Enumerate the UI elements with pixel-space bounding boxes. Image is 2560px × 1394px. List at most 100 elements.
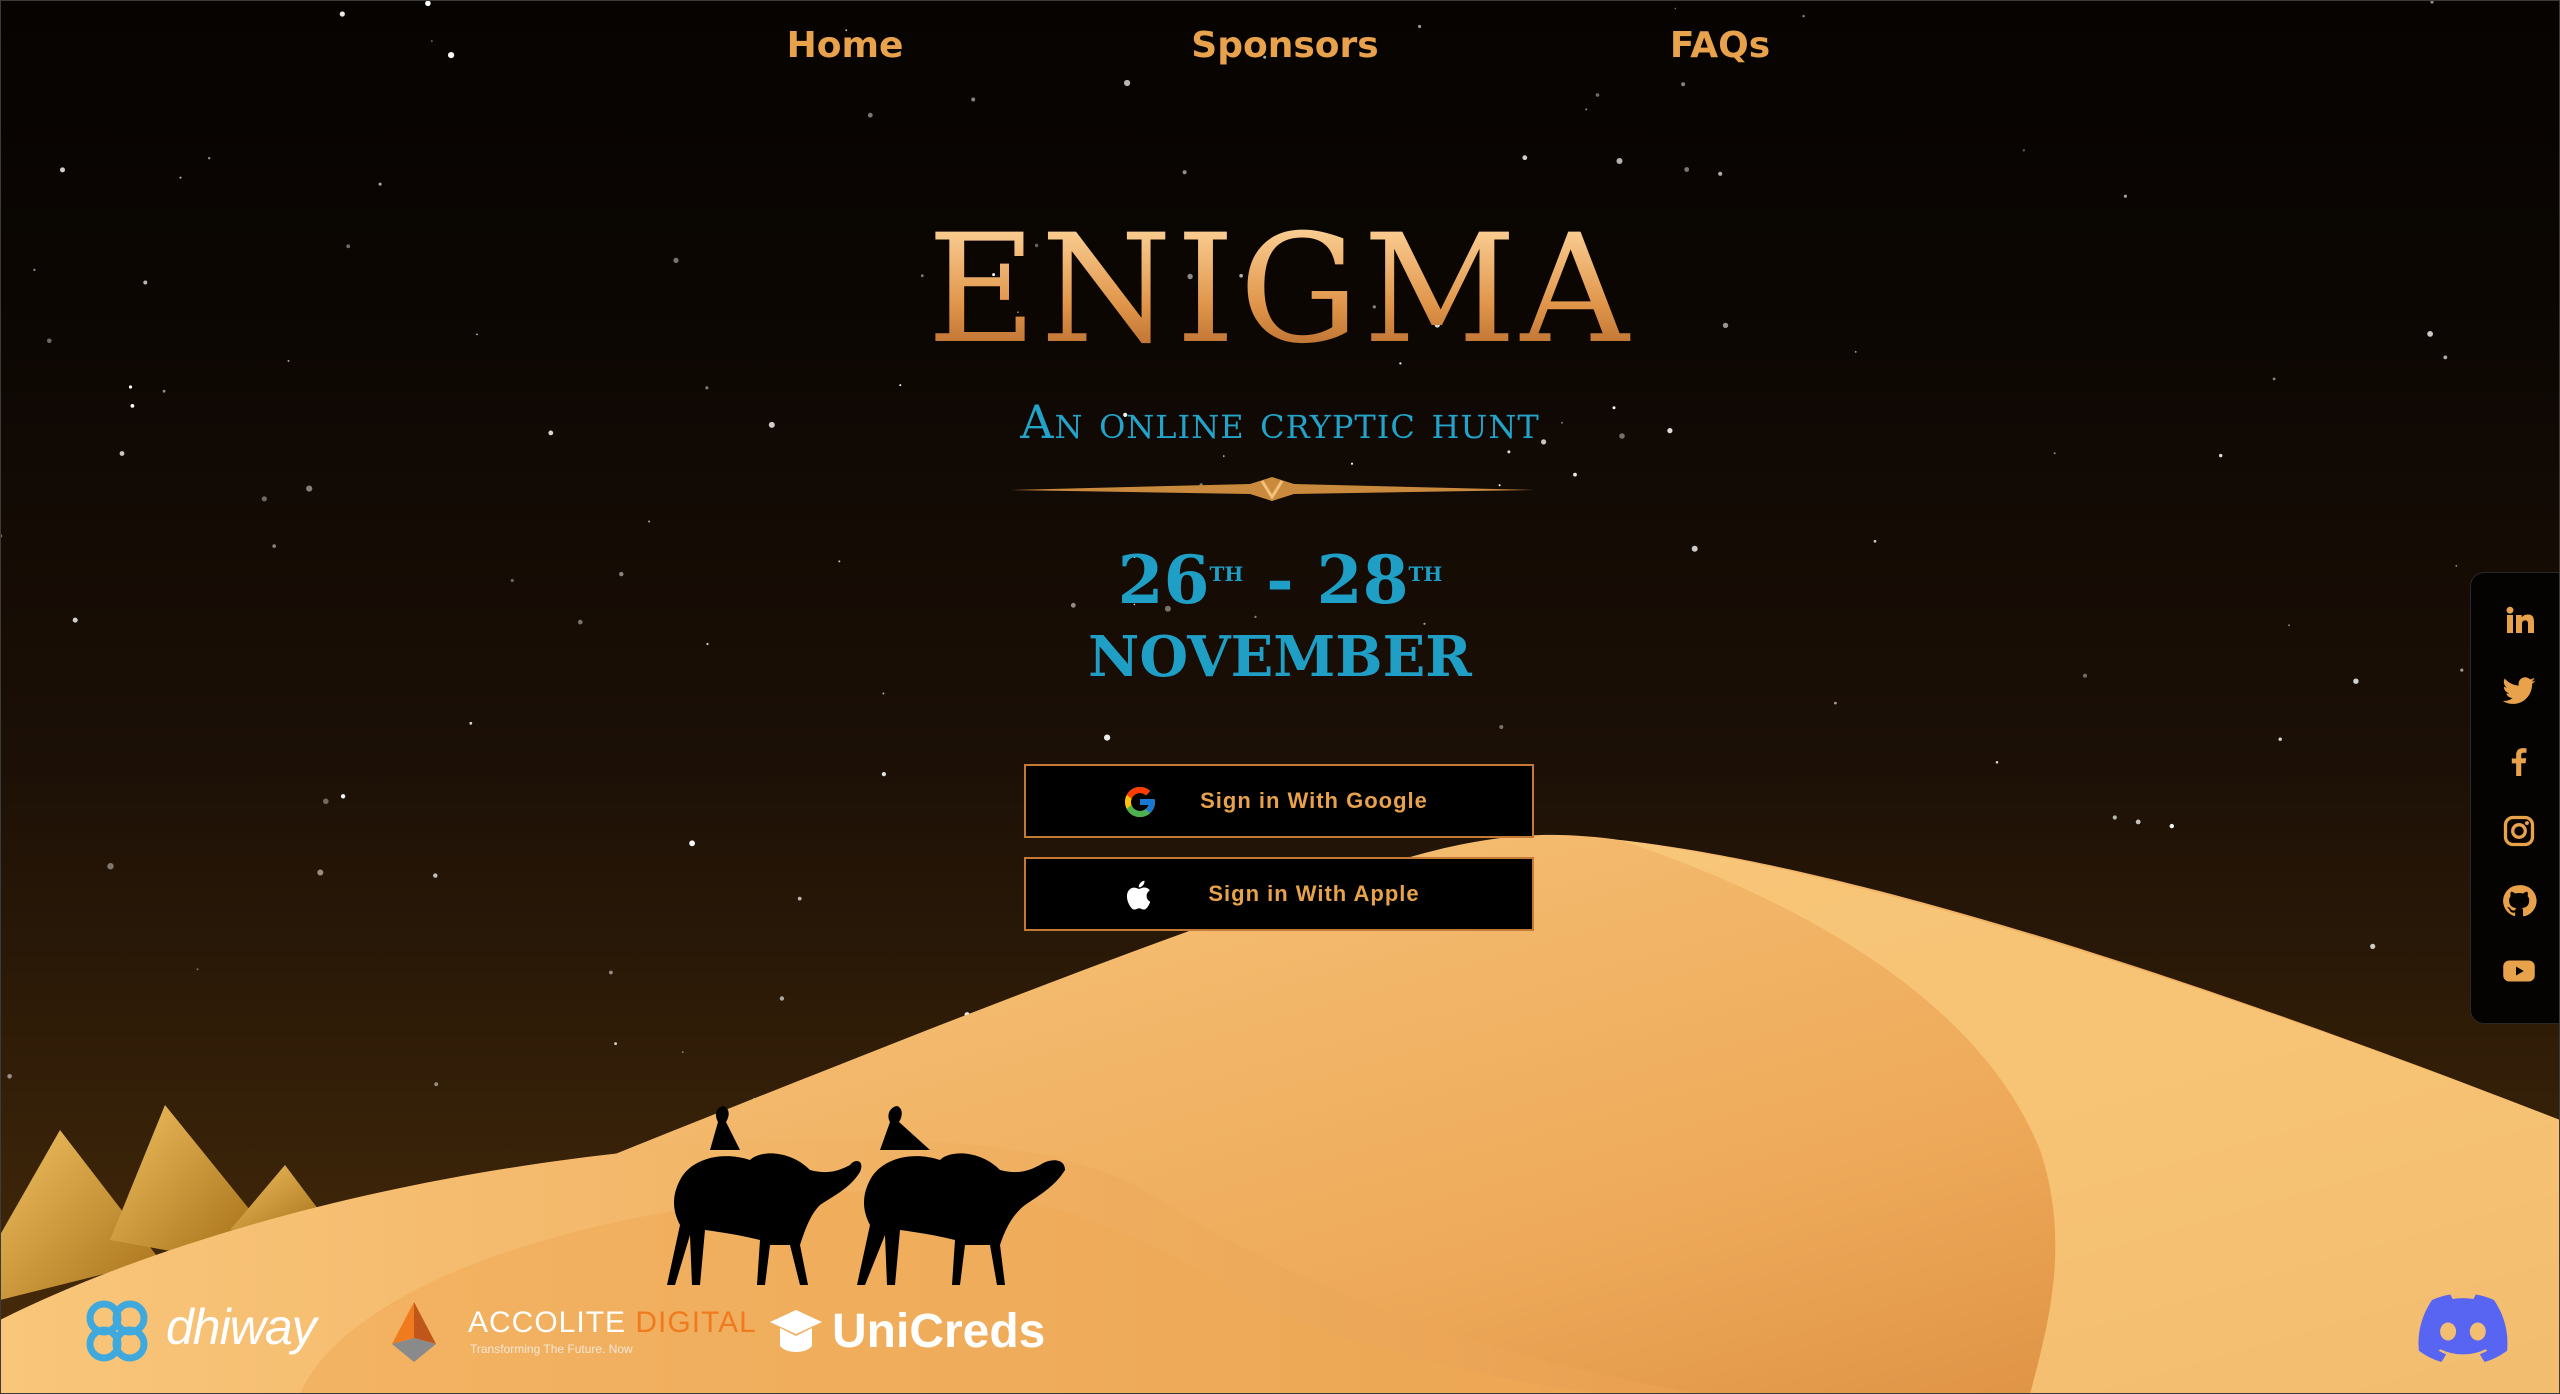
star	[1834, 701, 1837, 705]
nav-sponsors-link[interactable]: Sponsors	[1191, 18, 1378, 74]
sponsor-accolite-logo[interactable]: ACCOLITE DIGITAL Transforming The Future…	[382, 1300, 756, 1368]
date-start-suffix: TH	[1209, 562, 1244, 586]
sponsor-unicreds-logo[interactable]: UniCreds	[768, 1302, 1068, 1364]
star	[1573, 472, 1577, 477]
sponsor-unicreds-text: UniCreds	[832, 1305, 1046, 1358]
accolite-main-text: ACCOLITE	[468, 1306, 627, 1339]
star	[689, 840, 695, 847]
star	[1595, 93, 1600, 97]
star	[1499, 725, 1504, 729]
star	[2278, 737, 2282, 741]
social-sidebar	[2470, 572, 2560, 1024]
star	[378, 182, 382, 186]
accolite-accent-text: DIGITAL	[635, 1306, 757, 1339]
star	[119, 451, 125, 456]
star	[705, 386, 709, 390]
star	[682, 1051, 684, 1053]
facebook-icon[interactable]	[2501, 743, 2537, 779]
star	[339, 11, 345, 17]
linkedin-icon[interactable]	[2501, 603, 2537, 639]
star	[609, 970, 613, 975]
star	[899, 384, 902, 387]
star	[2135, 819, 2141, 825]
star	[881, 772, 887, 777]
star	[2123, 194, 2127, 198]
star	[7, 1074, 12, 1079]
discord-icon[interactable]	[2418, 1294, 2508, 1366]
star	[323, 798, 329, 805]
date-separator: -	[1243, 541, 1317, 619]
star	[1616, 158, 1623, 164]
star	[1995, 761, 1999, 764]
star	[469, 721, 473, 725]
star	[0, 534, 3, 538]
star	[2370, 943, 2376, 950]
star	[1684, 167, 1690, 172]
star	[1873, 539, 1877, 543]
github-icon[interactable]	[2501, 883, 2537, 919]
graduation-cap-icon	[770, 1310, 822, 1352]
nav-faqs-link[interactable]: FAQs	[1670, 18, 1770, 74]
youtube-icon[interactable]	[2501, 953, 2537, 989]
star	[1681, 82, 1686, 87]
star	[779, 996, 785, 1001]
dhiway-knot-icon	[86, 1300, 148, 1362]
star	[2022, 149, 2026, 152]
star	[425, 0, 431, 7]
star	[1350, 462, 1354, 465]
star	[261, 496, 267, 502]
ornamental-divider	[1010, 477, 1535, 501]
twitter-icon[interactable]	[2501, 673, 2537, 709]
accolite-tagline: Transforming The Future. Now	[470, 1342, 633, 1356]
event-title: ENIGMA	[0, 215, 2560, 365]
event-subtitle: An online cryptic hunt	[1020, 395, 1540, 449]
star	[2169, 823, 2174, 829]
apple-signin-button[interactable]: Sign in With Apple	[1024, 857, 1534, 931]
top-nav: Home Sponsors FAQs	[0, 18, 2560, 74]
star	[1507, 450, 1511, 454]
star	[128, 385, 133, 389]
star	[2219, 453, 2223, 458]
star	[2272, 377, 2276, 381]
star	[648, 520, 651, 523]
star	[196, 968, 199, 971]
event-dates: 26TH - 28TH	[0, 545, 2560, 615]
star	[797, 896, 802, 901]
star	[434, 1082, 439, 1087]
star	[1182, 170, 1187, 175]
star	[2430, 0, 2434, 4]
date-end: 28	[1316, 541, 1409, 619]
star	[867, 112, 873, 118]
apple-signin-label: Sign in With Apple	[1208, 881, 1420, 906]
star	[340, 794, 346, 799]
star	[433, 873, 438, 878]
sponsor-dhiway-logo[interactable]: dhiway	[74, 1288, 334, 1374]
google-signin-button[interactable]: Sign in With Google	[1024, 764, 1534, 838]
date-start: 26	[1117, 541, 1210, 619]
star	[317, 869, 324, 876]
star	[2053, 452, 2056, 455]
star	[60, 167, 65, 173]
star	[1104, 734, 1111, 741]
date-end-suffix: TH	[1408, 562, 1443, 586]
star	[208, 157, 211, 160]
instagram-icon[interactable]	[2501, 813, 2537, 849]
star	[1718, 171, 1723, 176]
sponsor-accolite-text: ACCOLITE DIGITAL	[468, 1306, 757, 1340]
star	[107, 863, 114, 870]
star	[1223, 455, 1225, 457]
event-month: NOVEMBER	[1088, 624, 1472, 690]
star	[179, 176, 182, 179]
star	[162, 389, 166, 393]
google-signin-label: Sign in With Google	[1200, 788, 1428, 813]
star	[1802, 15, 1805, 18]
star	[971, 97, 976, 102]
star	[614, 1042, 617, 1045]
star	[1522, 155, 1528, 161]
accolite-pyramid-icon	[392, 1302, 436, 1362]
nav-home-link[interactable]: Home	[787, 18, 904, 74]
star	[306, 485, 313, 492]
star	[2112, 815, 2117, 820]
sponsor-dhiway-text: dhiway	[166, 1299, 317, 1355]
star	[882, 692, 885, 695]
